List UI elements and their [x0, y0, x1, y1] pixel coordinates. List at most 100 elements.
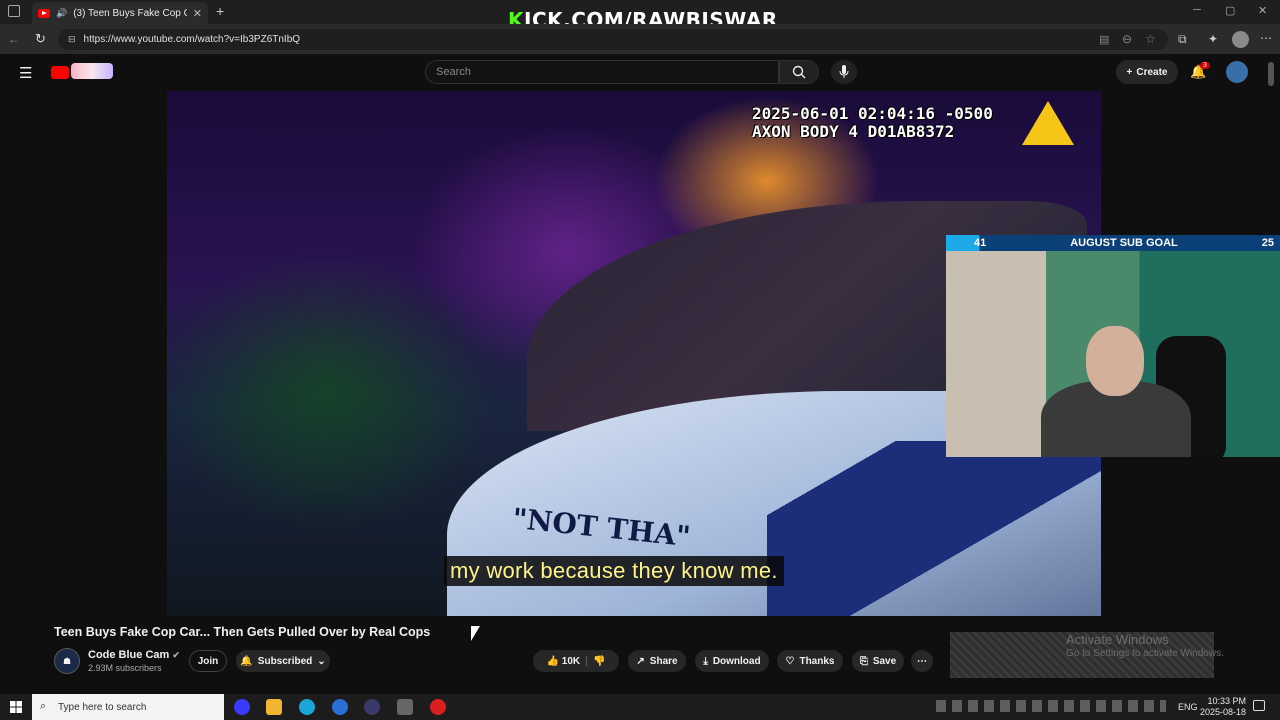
create-label: Create	[1136, 66, 1168, 78]
sub-goal-label: AUGUST SUB GOAL	[1070, 237, 1178, 249]
taskbar-app-icon-1[interactable]	[234, 699, 250, 715]
favorite-icon[interactable]: ☆	[1145, 32, 1156, 46]
speaker-icon[interactable]: 🔊	[56, 8, 67, 19]
like-divider: |	[585, 655, 588, 667]
download-icon: ⤓	[703, 655, 708, 667]
subscribed-button[interactable]: 🔔 Subscribed ⌄	[236, 650, 330, 672]
download-button[interactable]: ⤓ Download	[695, 650, 769, 672]
notification-center-icon[interactable]	[1253, 700, 1265, 711]
account-avatar[interactable]	[1226, 61, 1248, 83]
thanks-label: Thanks	[799, 655, 835, 667]
bell-icon: 🔔	[240, 655, 253, 667]
settings-gear-icon[interactable]	[397, 699, 413, 715]
more-actions-button[interactable]: ⋯	[911, 650, 933, 672]
browser-menu-icon[interactable]: ⋯	[1260, 31, 1272, 45]
join-button[interactable]: Join	[189, 650, 227, 672]
save-button[interactable]: ⎘ Save	[852, 650, 904, 672]
channel-name-text: Code Blue Cam	[88, 649, 170, 661]
police-car-stripe	[767, 441, 1101, 616]
bodycam-time: 2025-06-01 02:04:16 -0500	[752, 104, 993, 123]
zoom-icon[interactable]: ⊖	[1122, 32, 1132, 46]
streamer-head	[1086, 326, 1144, 396]
thumbs-up-icon: 👍	[546, 655, 560, 667]
plus-icon: +	[1126, 66, 1133, 78]
save-label: Save	[872, 655, 897, 667]
create-button[interactable]: + Create	[1116, 60, 1178, 84]
profile-avatar[interactable]	[1232, 31, 1249, 48]
subscriber-count: 2.93M subscribers	[88, 663, 162, 673]
file-explorer-icon[interactable]	[266, 699, 282, 715]
taskbar-search-placeholder: Type here to search	[58, 701, 147, 713]
system-tray-icons[interactable]	[936, 700, 1166, 712]
like-dislike-group: 👍 10K | 👎	[533, 650, 619, 672]
reload-icon[interactable]: ↻	[35, 31, 46, 47]
like-count: 10K	[561, 655, 581, 667]
sub-goal-target: 25	[1261, 237, 1274, 249]
hamburger-menu-icon[interactable]: ☰	[19, 64, 32, 82]
site-info-icon[interactable]: ⊟	[68, 34, 76, 45]
tab-title: (3) Teen Buys Fake Cop Car...	[73, 7, 187, 19]
youtube-logo-icon[interactable]	[51, 66, 69, 79]
thanks-heart-icon: ♡	[785, 655, 795, 667]
page-scrollbar[interactable]	[1268, 62, 1274, 86]
bodycam-timestamp: 2025-06-01 02:04:16 -0500 AXON BODY 4 D01…	[752, 105, 993, 141]
voice-search-button[interactable]	[831, 60, 857, 84]
sub-goal-bar: 41 AUGUST SUB GOAL 25	[946, 235, 1280, 251]
youtube-doodle-logo[interactable]	[71, 63, 113, 79]
address-bar[interactable]: ⊟ https://www.youtube.com/watch?v=Ib3PZ6…	[58, 29, 1168, 50]
verified-icon: ✔	[172, 650, 180, 660]
axon-logo-icon	[1022, 101, 1074, 145]
taskbar-app-icon-4[interactable]	[332, 699, 348, 715]
like-button[interactable]: 👍 10K	[547, 656, 581, 667]
taskbar-clock[interactable]: 10:33 PM 2025-08-18	[1198, 696, 1246, 718]
search-button[interactable]	[779, 60, 819, 84]
share-button[interactable]: ↗ Share	[628, 650, 686, 672]
edge-browser-icon[interactable]	[299, 699, 315, 715]
search-placeholder: Search	[436, 66, 471, 78]
share-icon: ↗	[636, 655, 645, 667]
video-subtitle: my work because they know me.	[444, 556, 784, 586]
clock-time: 10:33 PM	[1207, 696, 1246, 706]
search-input[interactable]: Search	[425, 60, 779, 84]
windows-logo-icon	[10, 701, 22, 713]
streamer-webcam	[946, 251, 1280, 457]
minimize-icon[interactable]: ─	[1193, 4, 1201, 16]
video-title: Teen Buys Fake Cop Car... Then Gets Pull…	[54, 625, 431, 639]
sub-goal-current: 41	[974, 237, 987, 249]
share-label: Share	[649, 655, 678, 667]
notifications-badge: 3	[1200, 62, 1210, 69]
maximize-icon[interactable]: ▢	[1225, 4, 1235, 17]
activate-windows-subtitle: Go to Settings to activate Windows.	[1066, 648, 1224, 659]
browser-tab[interactable]: 🔊 (3) Teen Buys Fake Cop Car... ✕	[32, 2, 208, 24]
search-icon	[792, 65, 806, 79]
obs-app-icon[interactable]	[430, 699, 446, 715]
new-tab-icon[interactable]: +	[216, 3, 224, 19]
microphone-icon	[839, 65, 849, 78]
input-language[interactable]: ENG	[1178, 702, 1198, 712]
url-text: https://www.youtube.com/watch?v=Ib3PZ6Tn…	[83, 34, 301, 45]
youtube-favicon-icon	[38, 8, 50, 18]
bodycam-device: AXON BODY 4 D01AB8372	[752, 122, 955, 141]
channel-name[interactable]: Code Blue Cam ✔	[88, 649, 180, 661]
close-tab-icon[interactable]: ✕	[193, 7, 202, 20]
tab-actions-icon[interactable]	[8, 5, 20, 17]
taskbar-search-input[interactable]: ⌕ Type here to search	[32, 694, 224, 720]
thanks-button[interactable]: ♡ Thanks	[777, 650, 843, 672]
close-window-icon[interactable]: ✕	[1258, 4, 1267, 17]
reader-mode-icon[interactable]: ▤	[1099, 33, 1109, 46]
activate-windows-title: Activate Windows	[1066, 632, 1169, 647]
taskbar-search-icon: ⌕	[40, 700, 47, 712]
chevron-down-icon: ⌄	[317, 655, 326, 667]
puzzle-icon[interactable]: ✦	[1208, 32, 1218, 46]
subscribed-label: Subscribed	[257, 655, 313, 667]
back-icon[interactable]: ←	[8, 32, 20, 46]
dislike-button[interactable]: 👎	[593, 656, 605, 667]
more-icon: ⋯	[917, 655, 927, 667]
police-badge-icon: ☗	[62, 655, 72, 666]
bookmark-icon: ⎘	[859, 655, 868, 667]
mouse-cursor-icon	[471, 626, 480, 641]
start-button[interactable]	[0, 694, 32, 720]
extensions-icon[interactable]: ⧉	[1178, 32, 1187, 47]
taskbar-app-icon-5[interactable]	[364, 699, 380, 715]
channel-avatar[interactable]: ☗	[54, 648, 80, 674]
